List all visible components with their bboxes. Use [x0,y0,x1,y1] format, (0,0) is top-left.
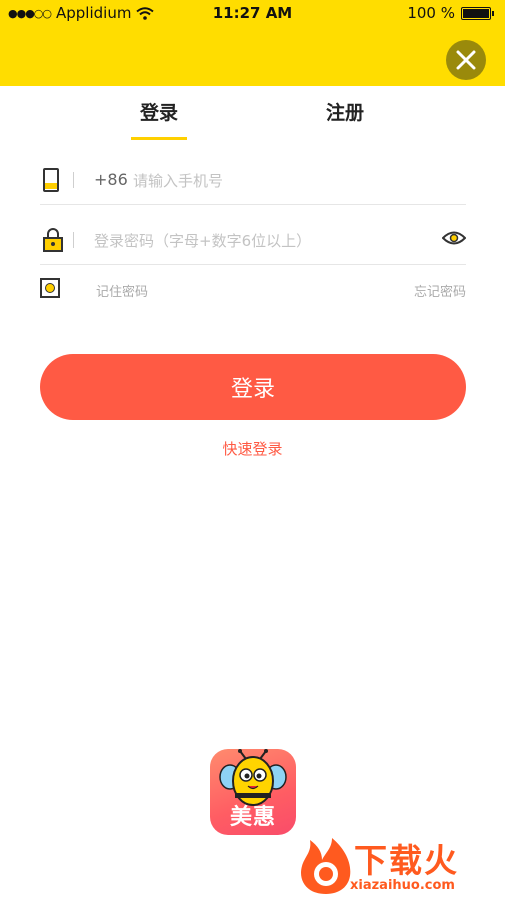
password-input[interactable] [94,230,434,252]
watermark-url: xiazaihuo.com [350,878,455,893]
phone-row: +86 [40,160,466,205]
app-logo: 美惠 [210,749,296,835]
tab-login[interactable]: 登录 [140,98,178,125]
active-tab-indicator [131,137,187,140]
eye-icon[interactable] [442,230,466,246]
field-divider [73,232,74,248]
country-code[interactable]: +86 [94,170,128,189]
watermark: 下载火 xiazaihuo.com [296,832,505,900]
forgot-password-link[interactable]: 忘记密码 [414,281,466,300]
remember-row: 记住密码 忘记密码 [40,275,466,305]
app-logo-text: 美惠 [229,805,276,830]
login-button[interactable]: 登录 [40,354,466,420]
header-bar: ●●●○○ Applidium 11:27 AM 100 % [0,0,505,86]
battery-icon [461,6,494,20]
quick-login-link[interactable]: 快速登录 [0,438,505,459]
close-icon [456,50,476,70]
phone-icon [43,168,59,192]
flame-logo-icon [301,838,351,894]
watermark-text: 下载火 [354,841,459,880]
phone-input[interactable] [133,170,453,192]
battery-percent: 100 % [407,4,455,22]
close-button[interactable] [446,40,486,80]
remember-label: 记住密码 [96,285,149,300]
password-row [40,220,466,265]
field-divider [73,172,74,188]
lock-icon [43,228,63,252]
battery-info: 100 % [407,4,494,22]
remember-checkbox[interactable] [40,278,60,298]
tab-register[interactable]: 注册 [326,98,364,125]
